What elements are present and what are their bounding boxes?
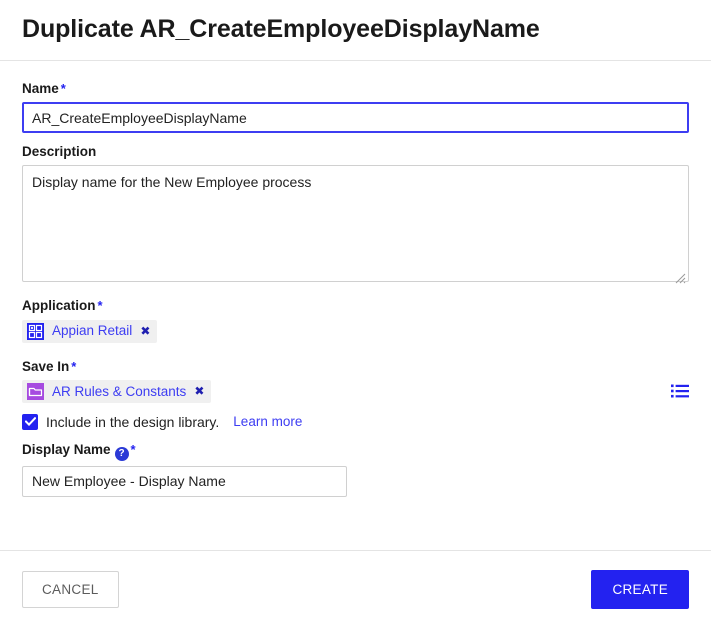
design-library-checkbox[interactable] bbox=[22, 413, 38, 430]
application-label: Application * bbox=[22, 298, 689, 314]
name-field-group: Name * bbox=[22, 81, 689, 134]
folder-icon bbox=[27, 382, 44, 400]
dialog-footer: CANCEL CREATE bbox=[0, 550, 711, 627]
display-name-required-asterisk: * bbox=[130, 441, 136, 457]
application-label-text: Application bbox=[22, 298, 96, 314]
name-label-text: Name bbox=[22, 81, 59, 96]
page-title: Duplicate AR_CreateEmployeeDisplayName bbox=[22, 15, 540, 44]
description-textarea-wrap bbox=[22, 165, 689, 287]
design-library-label: Include in the design library. bbox=[46, 413, 220, 430]
save-in-label-text: Save In bbox=[22, 358, 70, 374]
application-required-asterisk: * bbox=[97, 298, 103, 314]
application-chip-remove-icon[interactable]: ✖ bbox=[140, 325, 150, 337]
description-label: Description bbox=[22, 144, 97, 160]
dialog-header: Duplicate AR_CreateEmployeeDisplayName bbox=[0, 0, 711, 61]
duplicate-object-dialog: Duplicate AR_CreateEmployeeDisplayName N… bbox=[0, 0, 711, 627]
application-chip-row: Appian Retail ✖ bbox=[22, 319, 689, 343]
display-name-input[interactable] bbox=[22, 465, 347, 497]
help-icon[interactable]: ? bbox=[114, 446, 129, 461]
save-in-required-asterisk: * bbox=[71, 358, 77, 374]
name-required-asterisk: * bbox=[60, 81, 66, 96]
cancel-button[interactable]: CANCEL bbox=[22, 570, 119, 608]
name-label: Name * bbox=[22, 81, 689, 97]
learn-more-link[interactable]: Learn more bbox=[233, 415, 302, 429]
name-input[interactable] bbox=[22, 102, 689, 134]
save-in-chip-row: AR Rules & Constants ✖ bbox=[22, 379, 689, 403]
application-chip-label: Appian Retail bbox=[52, 323, 133, 339]
design-library-row: Include in the design library. Learn mor… bbox=[22, 413, 689, 430]
checkmark-icon bbox=[24, 417, 36, 427]
application-chip[interactable]: Appian Retail ✖ bbox=[22, 319, 158, 343]
display-name-label: Display Name? * bbox=[22, 442, 689, 461]
display-name-field-group: Display Name? * bbox=[22, 442, 689, 497]
description-textarea[interactable] bbox=[22, 165, 689, 283]
create-button[interactable]: CREATE bbox=[591, 569, 689, 609]
application-field-group: Application * Appian Retail ✖ bbox=[22, 298, 689, 343]
description-field-group: Description bbox=[22, 144, 689, 287]
application-grid-icon bbox=[27, 322, 44, 340]
save-in-chip[interactable]: AR Rules & Constants ✖ bbox=[22, 379, 212, 403]
save-in-chip-remove-icon[interactable]: ✖ bbox=[194, 385, 204, 397]
display-name-label-text: Display Name bbox=[22, 441, 111, 457]
save-in-chip-label: AR Rules & Constants bbox=[52, 383, 187, 399]
dialog-body: Name* Description Application* bbox=[0, 61, 711, 550]
list-browse-icon[interactable] bbox=[671, 383, 689, 399]
save-in-label: Save In * bbox=[22, 359, 689, 375]
save-in-field-group: Save In * AR Rules & Constants ✖ bbox=[22, 359, 689, 403]
